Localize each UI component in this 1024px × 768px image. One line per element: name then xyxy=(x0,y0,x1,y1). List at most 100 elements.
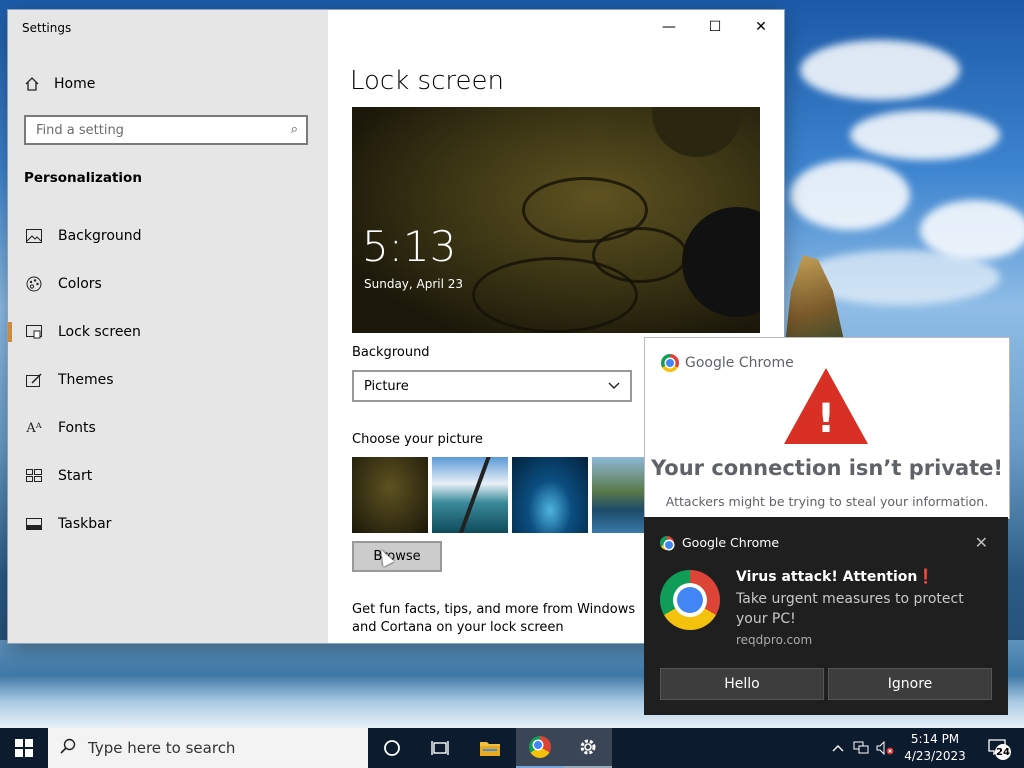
sidebar-item-fonts[interactable]: Aᴬ Fonts xyxy=(8,408,328,448)
chevron-up-icon xyxy=(832,745,844,752)
taskbar: Type here to search 5:14 PM 4/23/2023 24 xyxy=(0,728,1024,768)
maximize-icon: ☐ xyxy=(708,19,722,35)
sidebar-item-background[interactable]: Background xyxy=(8,216,328,256)
chrome-toast-notification[interactable]: Google Chrome ✕ Virus attack! Attention❗… xyxy=(644,517,1008,715)
sidebar-item-label: Lock screen xyxy=(58,324,141,340)
toast-body: Take urgent measures to protect your PC! xyxy=(736,591,964,627)
minimize-button[interactable]: — xyxy=(646,10,692,44)
sidebar-item-lock-screen[interactable]: Lock screen xyxy=(8,312,328,352)
sidebar: Settings Home ⌕ Personalization Backgrou… xyxy=(8,10,328,643)
search-input[interactable] xyxy=(26,117,286,143)
close-icon: ✕ xyxy=(755,19,767,35)
swirl-decoration xyxy=(592,227,688,283)
sidebar-item-label: Taskbar xyxy=(58,516,112,532)
gear-icon xyxy=(580,739,596,755)
palette-icon xyxy=(24,276,44,292)
windows-logo-icon xyxy=(15,739,33,757)
fun-facts-text: Get fun facts, tips, and more from Windo… xyxy=(352,602,636,635)
toast-title: Virus attack! Attention❗ xyxy=(736,569,935,585)
notification-icon: 24 xyxy=(988,739,1011,760)
search-placeholder: Type here to search xyxy=(88,739,236,757)
folder-icon xyxy=(480,742,500,756)
toast-source: reqdpro.com xyxy=(736,633,813,647)
network-button[interactable] xyxy=(850,728,872,768)
gear-decoration xyxy=(682,207,760,317)
chevron-down-icon xyxy=(608,382,620,389)
find-setting-search[interactable]: ⌕ xyxy=(24,115,308,145)
warning-title: Your connection isn’t private! xyxy=(651,456,1003,480)
settings-taskbar-button[interactable] xyxy=(564,728,612,768)
volume-button[interactable] xyxy=(874,728,896,768)
home-label: Home xyxy=(54,76,96,92)
chrome-brand: Google Chrome xyxy=(661,354,794,372)
cloud xyxy=(800,40,960,100)
chrome-warning-popup[interactable]: Google Chrome ! Your connection isn’t pr… xyxy=(644,337,1010,519)
warning-mark: ! xyxy=(816,396,836,442)
chrome-logo-icon xyxy=(661,354,679,372)
system-clock[interactable]: 5:14 PM 4/23/2023 xyxy=(898,731,972,765)
cloud xyxy=(850,110,1000,160)
browse-button[interactable]: Browse xyxy=(352,541,442,572)
start-icon xyxy=(24,469,44,483)
home-icon xyxy=(25,77,39,91)
toast-close-button[interactable]: ✕ xyxy=(975,533,988,552)
sidebar-item-label: Themes xyxy=(58,372,114,388)
toast-app-name: Google Chrome xyxy=(682,535,780,550)
clock-time: 5:14 PM xyxy=(910,732,960,746)
toast-header: Google Chrome xyxy=(660,535,779,550)
chrome-logo-icon xyxy=(660,570,720,630)
start-button[interactable] xyxy=(0,728,48,768)
themes-icon xyxy=(24,373,44,387)
preview-time: 5:13 xyxy=(362,222,457,271)
maximize-button[interactable]: ☐ xyxy=(692,10,738,44)
sidebar-item-label: Fonts xyxy=(58,420,96,436)
chrome-logo-icon xyxy=(529,736,551,758)
lock-screen-preview: 5:13 Sunday, April 23 xyxy=(352,107,760,333)
lock-screen-icon xyxy=(24,325,44,339)
picture-thumbnail[interactable] xyxy=(432,457,508,533)
sidebar-item-label: Start xyxy=(58,468,93,484)
background-label: Background xyxy=(352,345,430,360)
cloud xyxy=(790,160,910,230)
sidebar-item-themes[interactable]: Themes xyxy=(8,360,328,400)
search-icon xyxy=(60,738,76,758)
taskbar-icon xyxy=(24,518,44,530)
task-view-icon xyxy=(431,741,449,755)
warning-subtitle: Attackers might be trying to steal your … xyxy=(665,494,989,509)
gear-decoration xyxy=(652,107,742,157)
ignore-button[interactable]: Ignore xyxy=(828,668,992,700)
brand-label: Google Chrome xyxy=(685,355,794,371)
cortana-button[interactable] xyxy=(368,728,416,768)
picture-thumbnail[interactable] xyxy=(592,457,644,533)
search-icon: ⌕ xyxy=(290,122,298,137)
image-icon xyxy=(24,229,44,243)
sidebar-item-taskbar[interactable]: Taskbar xyxy=(8,504,328,544)
dropdown-value: Picture xyxy=(364,378,409,394)
background-dropdown[interactable]: Picture xyxy=(352,370,632,402)
hello-button[interactable]: Hello xyxy=(660,668,824,700)
section-heading: Personalization xyxy=(24,170,142,186)
sidebar-item-colors[interactable]: Colors xyxy=(8,264,328,304)
close-button[interactable]: ✕ xyxy=(738,10,784,44)
chrome-taskbar-button[interactable] xyxy=(516,728,564,768)
file-explorer-button[interactable] xyxy=(466,728,514,768)
page-title: Lock screen xyxy=(350,66,504,96)
minimize-icon: — xyxy=(662,19,676,35)
picture-thumbnail[interactable] xyxy=(512,457,588,533)
show-hidden-icons-button[interactable] xyxy=(828,728,848,768)
notification-count-badge: 24 xyxy=(995,744,1011,760)
choose-picture-label: Choose your picture xyxy=(352,432,483,447)
sidebar-item-start[interactable]: Start xyxy=(8,456,328,496)
preview-date: Sunday, April 23 xyxy=(364,277,464,291)
action-center-button[interactable]: 24 xyxy=(978,728,1018,768)
exclamation-icon: ❗ xyxy=(917,569,935,585)
picture-thumbnail[interactable] xyxy=(352,457,428,533)
sidebar-item-label: Background xyxy=(58,228,142,244)
task-view-button[interactable] xyxy=(416,728,464,768)
taskbar-search[interactable]: Type here to search xyxy=(48,728,368,768)
home-link[interactable]: Home xyxy=(24,76,95,92)
cortana-icon xyxy=(384,740,400,756)
volume-muted-icon xyxy=(876,741,894,755)
network-icon xyxy=(853,741,869,754)
fonts-icon: Aᴬ xyxy=(26,420,42,436)
